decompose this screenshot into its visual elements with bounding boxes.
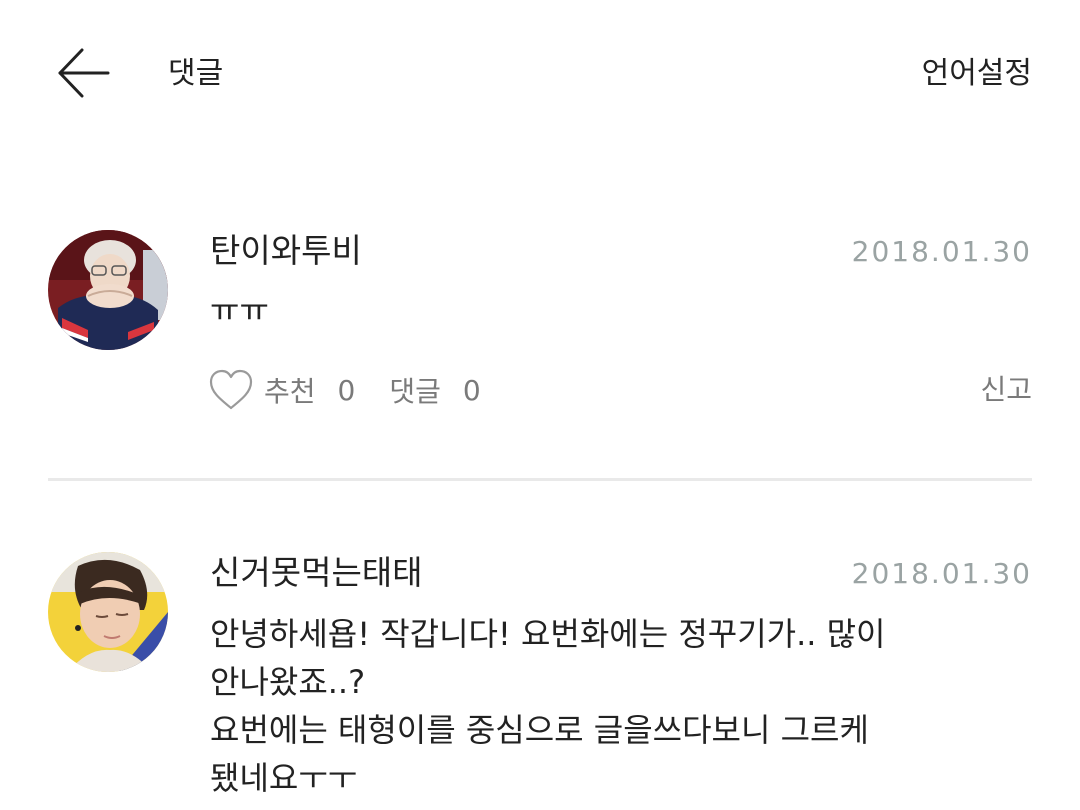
comment-body: ㅠㅠ xyxy=(210,286,1032,334)
comment-body-line: 안녕하세욥! 작갑니다! 요번화에는 정꾸기가.. 많이 xyxy=(210,615,886,653)
comment-body-line: 안나왔죠..? xyxy=(210,663,366,701)
comment-item: 신거못먹는태태 2018.01.30 안녕하세욥! 작갑니다! 요번화에는 정꾸… xyxy=(48,552,1032,810)
comments-screen: 댓글 언어설정 탄이와투비 2018.01.30 ㅠㅠ 추천 0 댓글 0 신고… xyxy=(0,0,1080,810)
report-button[interactable]: 신고 xyxy=(980,368,1032,412)
reply-button[interactable]: 댓글 0 xyxy=(389,370,480,410)
header-bar: 댓글 언어설정 xyxy=(0,0,1080,150)
like-button[interactable]: 추천 0 xyxy=(208,368,389,412)
comment-item: 탄이와투비 2018.01.30 ㅠㅠ 추천 0 댓글 0 신고 xyxy=(48,230,1032,480)
page-title: 댓글 xyxy=(168,56,224,91)
comment-body-line: 요번에는 태형이를 중심으로 글을쓰다보니 그르케 xyxy=(210,711,869,749)
heart-icon xyxy=(209,369,253,410)
language-setting-button[interactable]: 언어설정 xyxy=(922,54,1032,94)
comment-author: 신거못먹는태태 xyxy=(210,553,423,592)
reply-count: 0 xyxy=(462,373,481,407)
avatar[interactable] xyxy=(48,552,168,672)
comment-body-line: ㅠㅠ xyxy=(210,291,269,329)
comment-body: 안녕하세욥! 작갑니다! 요번화에는 정꾸기가.. 많이 안나왔죠..? 요번에… xyxy=(210,610,1032,802)
like-count: 0 xyxy=(337,373,356,407)
like-label: 추천 xyxy=(264,375,316,408)
arrow-left-icon xyxy=(58,48,110,98)
comment-body-line: 됐네요ㅜㅜ xyxy=(210,759,358,797)
back-button[interactable] xyxy=(52,44,114,102)
divider xyxy=(48,478,1032,481)
comment-date: 2018.01.30 xyxy=(851,557,1032,590)
avatar[interactable] xyxy=(48,230,168,350)
reply-label: 댓글 xyxy=(389,375,441,408)
comment-author: 탄이와투비 xyxy=(210,231,362,270)
comment-date: 2018.01.30 xyxy=(851,235,1032,268)
comment-actions: 추천 0 댓글 0 xyxy=(208,366,481,414)
